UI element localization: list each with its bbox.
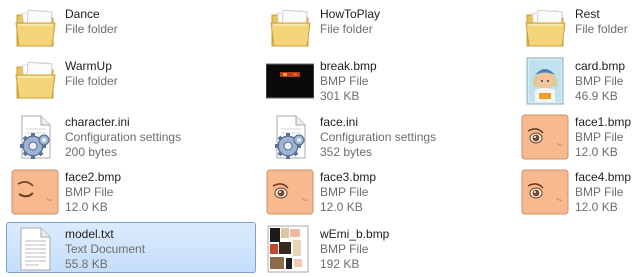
file-type: File folder <box>65 74 118 88</box>
file-type: BMP File <box>65 185 114 199</box>
file-name: break.bmp <box>320 59 377 73</box>
file-type: BMP File <box>320 74 369 88</box>
file-item[interactable]: face3.bmp BMP File 12.0 KB <box>261 165 511 216</box>
file-name: Rest <box>575 7 600 21</box>
character-card-thumbnail-icon <box>521 57 569 105</box>
file-name: face.ini <box>320 115 359 129</box>
file-meta: character.ini Configuration settings 200 b… <box>65 115 181 160</box>
file-meta: model.txt Text Document 55.8 KB <box>65 227 145 272</box>
config-file-icon <box>11 113 59 161</box>
file-size: 200 bytes <box>65 145 118 159</box>
file-meta: break.bmp BMP File 301 KB <box>320 59 377 104</box>
file-name: HowToPlay <box>320 7 381 21</box>
file-meta: face.ini Configuration settings 352 bytes <box>320 115 436 160</box>
file-name: face3.bmp <box>320 170 377 184</box>
file-type: Configuration settings <box>320 130 437 144</box>
file-item[interactable]: Rest File folder <box>516 2 640 53</box>
file-item[interactable]: Dance File folder <box>6 2 256 53</box>
file-type: File folder <box>320 22 373 36</box>
file-item[interactable]: face4.bmp BMP File 12.0 KB <box>516 165 640 216</box>
file-size: 12.0 KB <box>575 145 618 159</box>
file-meta: wEmi_b.bmp BMP File 192 KB <box>320 227 389 272</box>
file-meta: face3.bmp BMP File 12.0 KB <box>320 170 376 215</box>
file-type: Text Document <box>65 242 146 256</box>
file-name: wEmi_b.bmp <box>320 227 390 241</box>
file-item[interactable]: face1.bmp BMP File 12.0 KB <box>516 110 640 161</box>
file-item[interactable]: break.bmp BMP File 301 KB <box>261 54 511 105</box>
file-type: File folder <box>575 22 628 36</box>
file-meta: Dance File folder <box>65 7 118 37</box>
folder-icon <box>521 5 569 53</box>
file-item[interactable]: HowToPlay File folder <box>261 2 511 53</box>
file-item[interactable]: character.ini Configuration settings 200 b… <box>6 110 256 161</box>
file-meta: face4.bmp BMP File 12.0 KB <box>575 170 631 215</box>
file-name: WarmUp <box>65 59 112 73</box>
file-size: 352 bytes <box>320 145 373 159</box>
face-thumbnail-icon <box>266 168 314 216</box>
file-meta: card.bmp BMP File 46.9 KB <box>575 59 625 104</box>
file-size: 12.0 KB <box>575 200 618 214</box>
file-size: 55.8 KB <box>65 257 108 271</box>
file-size: 12.0 KB <box>65 200 108 214</box>
face-closed-eye-thumbnail-icon <box>11 168 59 216</box>
file-name: model.txt <box>65 227 114 241</box>
file-meta: face2.bmp BMP File 12.0 KB <box>65 170 121 215</box>
face-thumbnail-icon <box>521 113 569 161</box>
file-name: card.bmp <box>575 59 626 73</box>
file-type: BMP File <box>575 130 624 144</box>
file-name: character.ini <box>65 115 130 129</box>
file-name: face4.bmp <box>575 170 632 184</box>
file-item[interactable]: face2.bmp BMP File 12.0 KB <box>6 165 256 216</box>
file-size: 301 KB <box>320 89 360 103</box>
file-type: BMP File <box>320 185 369 199</box>
folder-icon <box>11 5 59 53</box>
file-type: BMP File <box>320 242 369 256</box>
file-item[interactable]: WarmUp File folder <box>6 54 256 105</box>
file-name: face1.bmp <box>575 115 632 129</box>
file-meta: face1.bmp BMP File 12.0 KB <box>575 115 631 160</box>
file-meta: Rest File folder <box>575 7 628 37</box>
file-item[interactable]: model.txt Text Document 55.8 KB <box>6 222 256 273</box>
dark-image-thumbnail-icon <box>266 57 314 105</box>
file-size: 12.0 KB <box>320 200 363 214</box>
folder-icon <box>266 5 314 53</box>
config-file-icon <box>266 113 314 161</box>
file-item[interactable]: card.bmp BMP File 46.9 KB <box>516 54 640 105</box>
folder-icon <box>11 57 59 105</box>
file-size: 46.9 KB <box>575 89 618 103</box>
file-name: Dance <box>65 7 100 21</box>
file-item[interactable]: wEmi_b.bmp BMP File 192 KB <box>261 222 511 273</box>
file-name: face2.bmp <box>65 170 122 184</box>
file-item[interactable]: face.ini Configuration settings 352 bytes <box>261 110 511 161</box>
face-thumbnail-icon <box>521 168 569 216</box>
file-meta: HowToPlay File folder <box>320 7 380 37</box>
text-document-icon <box>11 225 59 273</box>
file-type: File folder <box>65 22 118 36</box>
file-meta: WarmUp File folder <box>65 59 118 89</box>
file-size: 192 KB <box>320 257 360 271</box>
file-type: Configuration settings <box>65 130 182 144</box>
file-type: BMP File <box>575 74 624 88</box>
texture-thumbnail-icon <box>266 225 314 273</box>
file-type: BMP File <box>575 185 624 199</box>
